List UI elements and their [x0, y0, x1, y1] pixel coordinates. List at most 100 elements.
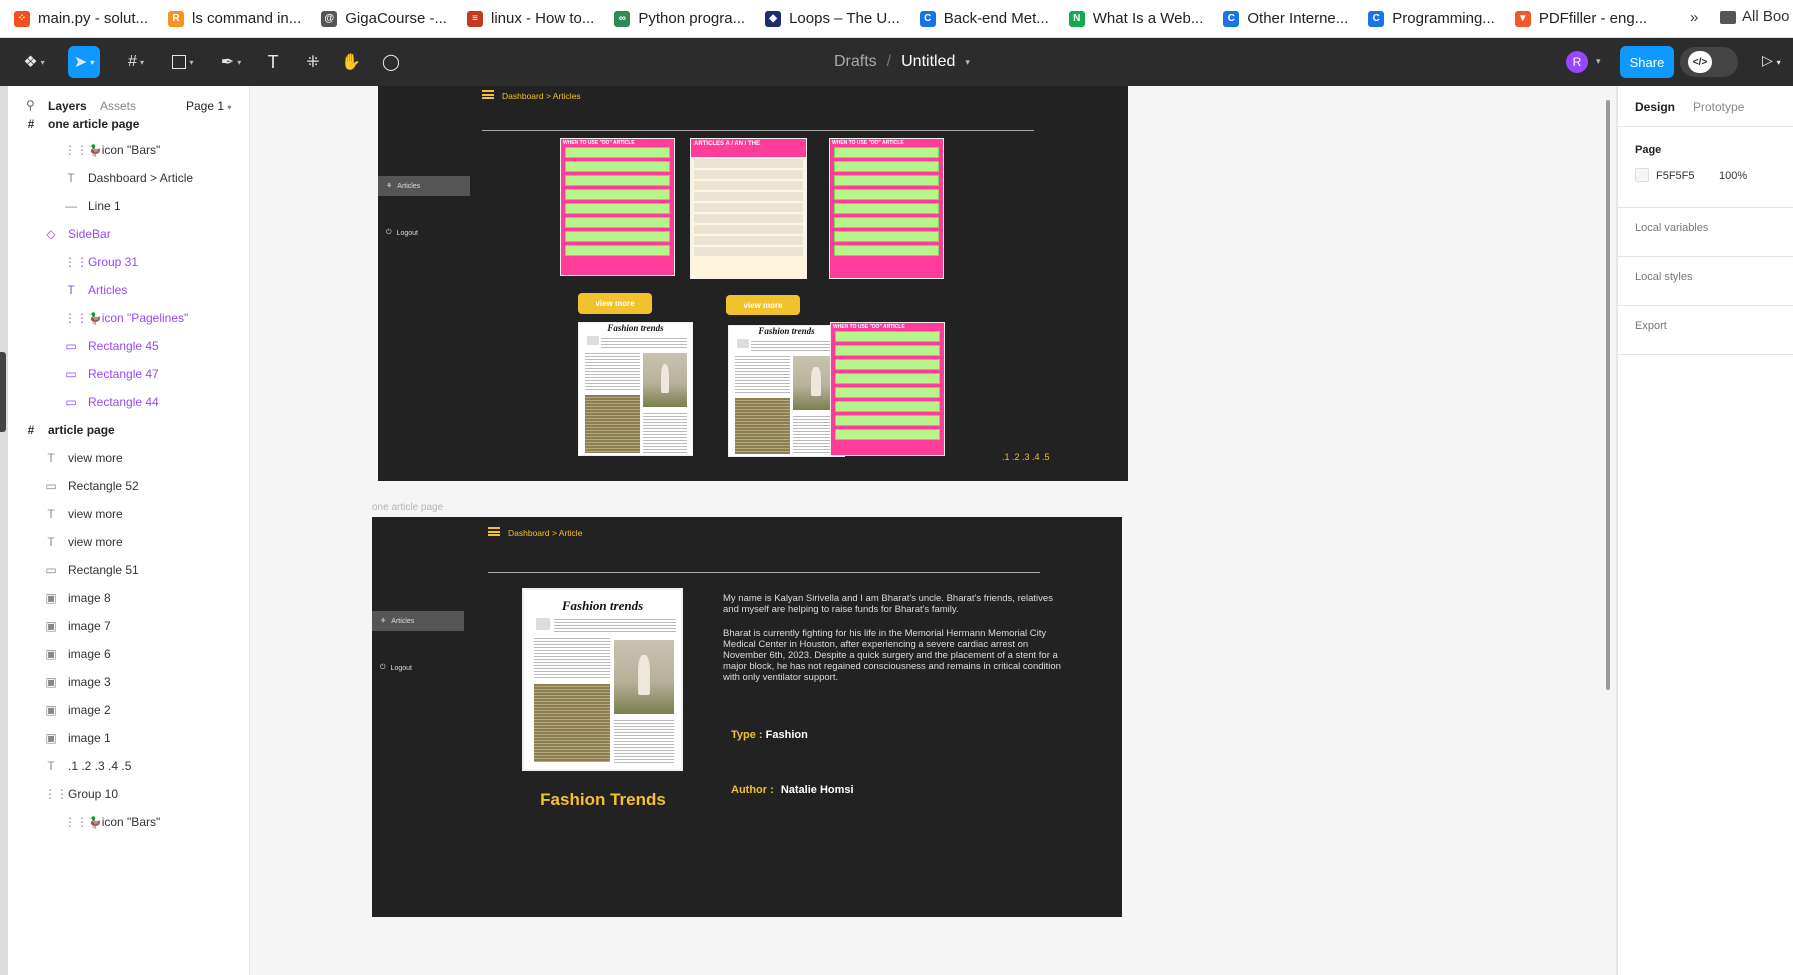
frame-label[interactable]: one article page — [372, 502, 443, 513]
resize-handle[interactable] — [0, 352, 6, 432]
avatar[interactable]: R — [1566, 51, 1588, 73]
fashion-title: Fashion trends — [607, 323, 664, 333]
bookmark-label: PDFfiller - eng... — [1538, 10, 1648, 27]
article-card-image[interactable]: WHEN TO USE "DO" ARTICLE — [829, 138, 944, 279]
logout-button[interactable]: ⏻ Logout — [380, 664, 412, 672]
main-menu-button[interactable]: ❖ ▾ — [18, 46, 50, 78]
logout-button[interactable]: ⏻ Logout — [386, 229, 418, 237]
page-color-swatch[interactable] — [1635, 168, 1649, 182]
bookmark-item[interactable]: C Other Interne... — [1223, 10, 1348, 27]
bars-icon[interactable] — [488, 527, 500, 536]
c-icon: C — [1223, 10, 1240, 27]
layer-name: Rectangle 52 — [68, 479, 139, 493]
fashion-article-image[interactable]: Fashion trends — [728, 325, 845, 457]
bookmark-item[interactable]: C Programming... — [1368, 10, 1495, 27]
bars-icon[interactable] — [482, 90, 494, 99]
layer-name: view more — [68, 507, 123, 521]
comment-tool-button[interactable]: ◯ — [378, 46, 404, 78]
frame-tool-button[interactable]: # ▾ — [120, 46, 152, 78]
layer-name: image 1 — [68, 731, 111, 745]
image-icon: ▣ — [45, 731, 57, 745]
article-image[interactable]: Fashion trends — [522, 588, 683, 771]
share-button[interactable]: Share — [1620, 46, 1674, 78]
layer-name: icon "Pagelines" — [101, 311, 189, 325]
pen-icon: ✒ — [220, 54, 235, 71]
move-tool-button[interactable]: ➤ ▾ — [68, 46, 100, 78]
article-author: Author : Natalie Homsi — [731, 784, 854, 796]
file-name[interactable]: Untitled — [901, 53, 955, 71]
article-page-frame[interactable]: ⚘ Articles ⏻ Logout Dashboard > Articles W… — [378, 86, 1128, 481]
component-icon: ⋮⋮ — [64, 311, 88, 325]
page-opacity-value[interactable]: 100% — [1719, 170, 1747, 182]
chevron-down-icon: ▾ — [90, 57, 95, 67]
bookmarks-overflow-button[interactable]: » — [1690, 9, 1698, 26]
logout-label: Logout — [396, 229, 418, 237]
dev-mode-toggle[interactable]: </> — [1680, 47, 1738, 77]
one-article-page-frame[interactable]: ⚘ Articles ⏻ Logout Dashboard > Article Fa… — [372, 517, 1122, 917]
bookmark-item[interactable]: Rls command in... — [168, 10, 301, 27]
chevron-down-icon: ▾ — [40, 57, 45, 67]
layer-name: SideBar — [68, 227, 111, 241]
layer-name: Group 10 — [68, 787, 119, 801]
layer-name: article page — [48, 423, 115, 437]
code-brackets-icon: </> — [1688, 51, 1712, 73]
bookmark-label: GigaCourse -... — [345, 10, 447, 27]
article-card-image[interactable]: WHEN TO USE "DO" ARTICLE — [560, 138, 675, 276]
bookmark-item[interactable]: ▼ PDFfiller - eng... — [1514, 10, 1648, 27]
breadcrumb: Dashboard > Article — [508, 528, 583, 538]
view-more-button[interactable]: view more — [578, 293, 652, 314]
play-icon: ▷ — [1762, 52, 1773, 68]
drafts-link[interactable]: Drafts — [834, 53, 877, 71]
component-icon: ⋮⋮ — [64, 815, 88, 829]
view-more-button[interactable]: view more — [726, 295, 800, 315]
bookmark-item[interactable]: C Back-end Met... — [919, 10, 1049, 27]
c-icon: C — [919, 10, 936, 27]
text-t-icon: T — [267, 51, 279, 72]
text-tool-button[interactable]: T — [260, 46, 286, 78]
article-card-image[interactable]: ARTICLES A / AN / THE — [690, 138, 807, 279]
sidebar-item-articles[interactable]: ⚘ Articles — [372, 611, 464, 631]
rectangle-icon: ▭ — [45, 479, 57, 493]
rectangle-icon: ▭ — [45, 563, 57, 577]
tab-prototype[interactable]: Prototype — [1693, 100, 1744, 114]
text-icon: T — [47, 507, 55, 521]
image-icon: ▣ — [45, 675, 57, 689]
page-color-value[interactable]: F5F5F5 — [1656, 170, 1695, 182]
local-variables-section[interactable]: Local variables — [1618, 207, 1793, 255]
pen-tool-button[interactable]: ✒ ▾ — [214, 46, 248, 78]
hand-tool-button[interactable]: ✋ — [338, 46, 364, 78]
power-icon: ⏻ — [386, 229, 392, 236]
export-section[interactable]: Export — [1618, 305, 1793, 353]
fashion-article-image[interactable]: Fashion trends — [578, 322, 693, 456]
card-title: WHEN TO USE "DO" ARTICLE — [563, 140, 635, 146]
shape-tool-button[interactable]: ▾ — [166, 46, 200, 78]
canvas-scrollbar[interactable] — [1606, 100, 1610, 690]
breadcrumb: Dashboard > Articles — [502, 91, 581, 101]
chevron-down-icon[interactable]: ▾ — [965, 57, 970, 71]
bookmark-item[interactable]: ⁘ main.py - solut... — [14, 10, 148, 27]
page-section-heading: Page — [1635, 144, 1662, 156]
bookmark-item[interactable]: N What Is a Web... — [1068, 10, 1203, 27]
bookmark-item[interactable]: ◆ Loops – The U... — [765, 10, 900, 27]
article-card-image[interactable]: WHEN TO USE "DO" ARTICLE — [830, 322, 945, 456]
bookmarks-bar: ⁘ main.py - solut... Rls command in... @ Gig… — [0, 0, 1793, 38]
design-canvas[interactable]: ⚘ Articles ⏻ Logout Dashboard > Articles W… — [250, 86, 1616, 975]
tab-design[interactable]: Design — [1635, 100, 1675, 114]
all-bookmarks-button[interactable]: All Boo — [1720, 8, 1790, 25]
local-styles-section[interactable]: Local styles — [1618, 256, 1793, 304]
chevron-down-icon[interactable]: ▾ — [1596, 56, 1601, 67]
bookmark-item[interactable]: ≡ linux - How to... — [466, 10, 594, 27]
bookmark-label: Programming... — [1392, 10, 1495, 27]
sidebar-item-articles[interactable]: ⚘ Articles — [378, 176, 470, 196]
sidebar-item-label: Articles — [397, 182, 421, 190]
group-icon: ⋮⋮ — [64, 255, 88, 269]
export-label: Export — [1635, 320, 1667, 332]
layer-name: Rectangle 45 — [88, 339, 159, 353]
bookmark-item[interactable]: @ GigaCourse -... — [321, 10, 447, 27]
present-button[interactable]: ▷ ▾ — [1762, 52, 1781, 69]
resources-tool-button[interactable]: ⁜ — [300, 46, 326, 78]
layer-row[interactable]: ⋮⋮ 🦆 icon "Bars" — [8, 806, 249, 838]
bookmark-item[interactable]: ∞ Python progra... — [614, 10, 745, 27]
layer-name: Rectangle 51 — [68, 563, 139, 577]
pagination[interactable]: .1 .2 .3 .4 .5 — [1002, 452, 1050, 462]
